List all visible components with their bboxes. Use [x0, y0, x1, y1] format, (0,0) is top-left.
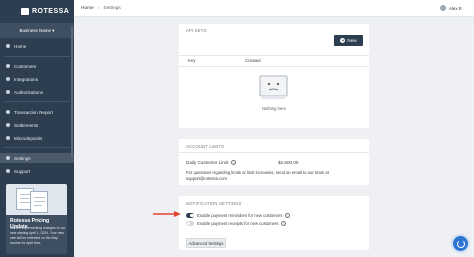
sidebar-item-authorizations[interactable]: Authorizations — [0, 87, 74, 97]
user-menu[interactable]: Alex E — [439, 5, 462, 11]
pricing-update-card[interactable]: Rotessa Pricing Update We are implementi… — [6, 184, 67, 254]
logo[interactable]: ROTESSA — [0, 0, 74, 16]
sidebar-item-home[interactable]: Home — [0, 41, 74, 51]
sidebar-item-support[interactable]: Support — [0, 166, 74, 176]
advanced-settings-button[interactable]: Advanced Settings — [186, 238, 226, 248]
user-name: Alex E — [448, 5, 462, 11]
sidebar-item-label: Settlements — [14, 122, 39, 128]
avatar — [439, 5, 446, 11]
chat-icon — [457, 240, 465, 248]
account-limits-title: ACCOUNT LIMITS — [186, 144, 225, 149]
sidebar-divider — [4, 147, 70, 148]
sidebar-item-label: Authorizations — [14, 89, 44, 95]
new-button-label: New — [347, 38, 357, 43]
sidebar-item-label: Support — [14, 168, 31, 174]
sidebar-item-settlements[interactable]: Settlements — [0, 120, 74, 130]
chevron-right-icon: › — [97, 6, 100, 11]
caret-down-icon: ▾ — [52, 27, 55, 33]
payment-receipts-toggle[interactable] — [186, 221, 194, 226]
table-divider — [179, 66, 369, 67]
column-header-key: Key — [188, 58, 196, 63]
sidebar-item-integrations[interactable]: Integrations — [0, 74, 74, 84]
table-divider — [179, 55, 369, 56]
plus-icon: + — [340, 38, 346, 43]
pricing-illustration — [6, 184, 67, 215]
home-icon — [6, 44, 10, 48]
help-chat-button[interactable] — [451, 234, 470, 253]
sidebar-item-microdeposits[interactable]: Microdeposits — [0, 133, 74, 143]
document-icon — [30, 191, 48, 213]
payment-receipts-label: Enable payment receipts for new customer… — [197, 221, 279, 226]
sidebar: ROTESSA Business Name ▾ Home Customers I… — [0, 0, 74, 257]
column-header-created: Created — [245, 58, 261, 63]
sidebar-item-customers[interactable]: Customers — [0, 61, 74, 71]
sidebar-item-label: Settings — [14, 155, 31, 161]
promo-body: We are implementing changes to our new s… — [10, 226, 66, 245]
limit-note: For questions regarding limits or limit … — [186, 170, 329, 181]
annotation-arrow-icon — [153, 211, 181, 217]
sidebar-scrollbar[interactable] — [71, 26, 73, 157]
logo-text: ROTESSA — [32, 7, 70, 15]
payment-receipts-row: Enable payment receipts for new customer… — [186, 221, 287, 226]
report-icon — [6, 110, 10, 114]
sidebar-item-label: Microdeposits — [14, 135, 43, 141]
empty-state-text: Nothing here — [262, 106, 286, 111]
plug-icon — [6, 77, 10, 81]
breadcrumb: Home › Settings — [81, 6, 121, 11]
new-api-key-button[interactable]: + New — [334, 35, 363, 46]
sidebar-item-settings[interactable]: Settings — [0, 153, 74, 163]
account-limits-card: ACCOUNT LIMITS Daily Customer Limit i $2… — [179, 139, 369, 185]
breadcrumb-current: Settings — [103, 6, 121, 11]
help-icon — [6, 169, 10, 173]
sidebar-item-label: Home — [14, 43, 27, 49]
notification-settings-title: NOTIFICATION SETTINGS — [186, 201, 242, 206]
top-bar: Home › Settings Alex E — [74, 0, 474, 17]
info-icon[interactable]: i — [231, 160, 237, 165]
sidebar-divider — [4, 56, 70, 57]
api-keys-card: API KEYS + New Key Created Nothing here — [179, 24, 369, 128]
sidebar-divider — [4, 101, 70, 102]
daily-limit-text: Daily Customer Limit — [186, 160, 229, 165]
business-name-dropdown[interactable]: Business Name ▾ — [0, 23, 74, 38]
sidebar-item-label: Integrations — [14, 76, 39, 82]
coins-icon — [6, 136, 10, 140]
info-icon[interactable]: i — [281, 221, 287, 226]
empty-box-icon — [259, 75, 288, 99]
key-icon — [6, 90, 10, 94]
daily-limit-label: Daily Customer Limit i — [186, 160, 237, 165]
business-name-label: Business Name — [19, 28, 51, 33]
gear-icon — [6, 156, 10, 160]
payment-reminders-row: Enable payment reminders for new custome… — [186, 213, 291, 218]
info-icon[interactable]: i — [285, 213, 291, 218]
sidebar-item-transaction-report[interactable]: Transaction Report — [0, 107, 74, 117]
bank-icon — [6, 123, 10, 127]
daily-limit-value: $2,500.00 — [278, 160, 299, 165]
users-icon — [6, 64, 10, 68]
logo-icon — [21, 7, 29, 15]
payment-reminders-label: Enable payment reminders for new custome… — [197, 213, 283, 218]
sidebar-item-label: Transaction Report — [14, 109, 53, 115]
notification-settings-card: NOTIFICATION SETTINGS Enable payment rem… — [179, 196, 369, 250]
section-divider — [179, 152, 369, 153]
api-keys-title: API KEYS — [186, 28, 207, 33]
sidebar-item-label: Customers — [14, 63, 37, 69]
payment-reminders-toggle[interactable] — [186, 213, 194, 218]
breadcrumb-home[interactable]: Home — [81, 6, 94, 11]
